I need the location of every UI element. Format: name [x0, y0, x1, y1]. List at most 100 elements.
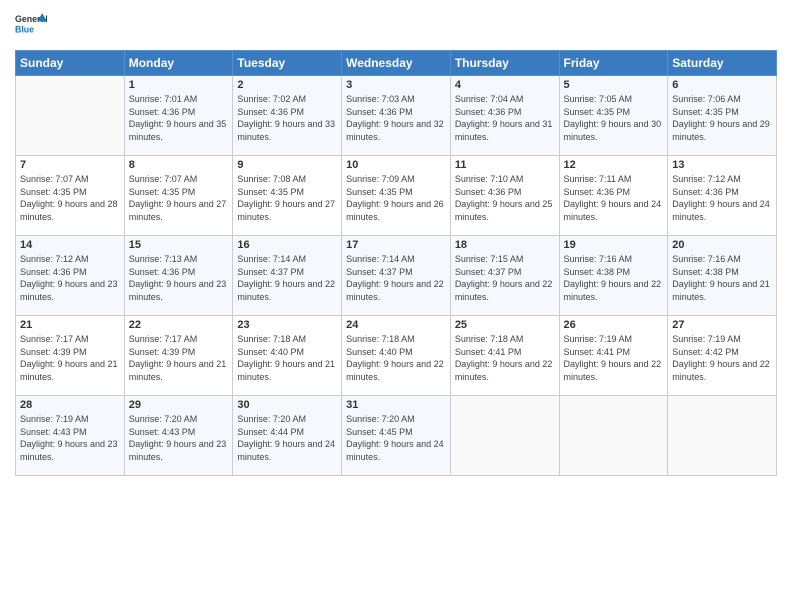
day-info: Sunrise: 7:16 AMSunset: 4:38 PMDaylight:…: [672, 253, 772, 303]
week-row-1: 1 Sunrise: 7:01 AMSunset: 4:36 PMDaylight…: [16, 76, 777, 156]
day-cell: 12 Sunrise: 7:11 AMSunset: 4:36 PMDayligh…: [559, 156, 668, 236]
day-number: 25: [455, 319, 555, 331]
day-info: Sunrise: 7:04 AMSunset: 4:36 PMDaylight:…: [455, 93, 555, 143]
day-number: 2: [237, 79, 337, 91]
day-info: Sunrise: 7:03 AMSunset: 4:36 PMDaylight:…: [346, 93, 446, 143]
day-cell: 8 Sunrise: 7:07 AMSunset: 4:35 PMDaylight…: [124, 156, 233, 236]
day-cell: [559, 396, 668, 476]
weekday-header-monday: Monday: [124, 51, 233, 76]
weekday-header-friday: Friday: [559, 51, 668, 76]
day-number: 17: [346, 239, 446, 251]
day-number: 21: [20, 319, 120, 331]
day-info: Sunrise: 7:09 AMSunset: 4:35 PMDaylight:…: [346, 173, 446, 223]
day-cell: 21Sunrise: 7:17 AMSunset: 4:39 PMDayligh…: [16, 316, 125, 396]
day-cell: 20 Sunrise: 7:16 AMSunset: 4:38 PMDayligh…: [668, 236, 777, 316]
day-info: Sunrise: 7:01 AMSunset: 4:36 PMDaylight:…: [129, 93, 229, 143]
day-info: Sunrise: 7:20 AMSunset: 4:43 PMDaylight:…: [129, 413, 229, 463]
day-info: Sunrise: 7:18 AMSunset: 4:40 PMDaylight:…: [346, 333, 446, 383]
day-info: Sunrise: 7:12 AMSunset: 4:36 PMDaylight:…: [672, 173, 772, 223]
weekday-header-wednesday: Wednesday: [342, 51, 451, 76]
day-number: 28: [20, 399, 120, 411]
day-cell: 7 Sunrise: 7:07 AMSunset: 4:35 PMDaylight…: [16, 156, 125, 236]
day-info: Sunrise: 7:20 AMSunset: 4:45 PMDaylight:…: [346, 413, 446, 463]
day-cell: 5 Sunrise: 7:05 AMSunset: 4:35 PMDaylight…: [559, 76, 668, 156]
day-number: 26: [564, 319, 664, 331]
svg-text:Blue: Blue: [15, 24, 34, 34]
day-info: Sunrise: 7:11 AMSunset: 4:36 PMDaylight:…: [564, 173, 664, 223]
calendar-header: SundayMondayTuesdayWednesdayThursdayFrid…: [16, 51, 777, 76]
day-info: Sunrise: 7:07 AMSunset: 4:35 PMDaylight:…: [20, 173, 120, 223]
day-cell: 1 Sunrise: 7:01 AMSunset: 4:36 PMDaylight…: [124, 76, 233, 156]
day-number: 31: [346, 399, 446, 411]
day-number: 5: [564, 79, 664, 91]
day-info: Sunrise: 7:14 AMSunset: 4:37 PMDaylight:…: [346, 253, 446, 303]
day-number: 6: [672, 79, 772, 91]
day-number: 23: [237, 319, 337, 331]
day-info: Sunrise: 7:19 AMSunset: 4:43 PMDaylight:…: [20, 413, 120, 463]
day-number: 12: [564, 159, 664, 171]
day-cell: 15Sunrise: 7:13 AMSunset: 4:36 PMDayligh…: [124, 236, 233, 316]
week-row-4: 21Sunrise: 7:17 AMSunset: 4:39 PMDayligh…: [16, 316, 777, 396]
calendar-table: SundayMondayTuesdayWednesdayThursdayFrid…: [15, 50, 777, 476]
day-number: 19: [564, 239, 664, 251]
day-cell: [16, 76, 125, 156]
day-cell: 18Sunrise: 7:15 AMSunset: 4:37 PMDayligh…: [450, 236, 559, 316]
day-info: Sunrise: 7:14 AMSunset: 4:37 PMDaylight:…: [237, 253, 337, 303]
day-info: Sunrise: 7:18 AMSunset: 4:41 PMDaylight:…: [455, 333, 555, 383]
day-number: 27: [672, 319, 772, 331]
day-cell: 11Sunrise: 7:10 AMSunset: 4:36 PMDayligh…: [450, 156, 559, 236]
day-cell: 28 Sunrise: 7:19 AMSunset: 4:43 PMDayligh…: [16, 396, 125, 476]
weekday-header-thursday: Thursday: [450, 51, 559, 76]
week-row-5: 28 Sunrise: 7:19 AMSunset: 4:43 PMDayligh…: [16, 396, 777, 476]
day-cell: [450, 396, 559, 476]
day-cell: 31 Sunrise: 7:20 AMSunset: 4:45 PMDayligh…: [342, 396, 451, 476]
day-number: 16: [237, 239, 337, 251]
calendar-container: General Blue SundayMondayTuesdayWednesda…: [0, 0, 792, 612]
day-number: 15: [129, 239, 229, 251]
calendar-body: 1 Sunrise: 7:01 AMSunset: 4:36 PMDaylight…: [16, 76, 777, 476]
day-number: 14: [20, 239, 120, 251]
day-cell: 3Sunrise: 7:03 AMSunset: 4:36 PMDaylight…: [342, 76, 451, 156]
day-info: Sunrise: 7:07 AMSunset: 4:35 PMDaylight:…: [129, 173, 229, 223]
day-number: 10: [346, 159, 446, 171]
day-cell: 24Sunrise: 7:18 AMSunset: 4:40 PMDayligh…: [342, 316, 451, 396]
day-info: Sunrise: 7:05 AMSunset: 4:35 PMDaylight:…: [564, 93, 664, 143]
day-cell: 19 Sunrise: 7:16 AMSunset: 4:38 PMDayligh…: [559, 236, 668, 316]
day-number: 9: [237, 159, 337, 171]
day-cell: 2 Sunrise: 7:02 AMSunset: 4:36 PMDaylight…: [233, 76, 342, 156]
logo: General Blue: [15, 10, 47, 42]
day-number: 22: [129, 319, 229, 331]
day-cell: [668, 396, 777, 476]
day-number: 4: [455, 79, 555, 91]
day-cell: 17 Sunrise: 7:14 AMSunset: 4:37 PMDayligh…: [342, 236, 451, 316]
weekday-header-tuesday: Tuesday: [233, 51, 342, 76]
day-cell: 22Sunrise: 7:17 AMSunset: 4:39 PMDayligh…: [124, 316, 233, 396]
week-row-3: 14 Sunrise: 7:12 AMSunset: 4:36 PMDayligh…: [16, 236, 777, 316]
day-cell: 29Sunrise: 7:20 AMSunset: 4:43 PMDayligh…: [124, 396, 233, 476]
day-cell: 23 Sunrise: 7:18 AMSunset: 4:40 PMDayligh…: [233, 316, 342, 396]
day-info: Sunrise: 7:20 AMSunset: 4:44 PMDaylight:…: [237, 413, 337, 463]
weekday-header-sunday: Sunday: [16, 51, 125, 76]
day-cell: 14 Sunrise: 7:12 AMSunset: 4:36 PMDayligh…: [16, 236, 125, 316]
day-info: Sunrise: 7:02 AMSunset: 4:36 PMDaylight:…: [237, 93, 337, 143]
day-info: Sunrise: 7:18 AMSunset: 4:40 PMDaylight:…: [237, 333, 337, 383]
day-cell: 4 Sunrise: 7:04 AMSunset: 4:36 PMDaylight…: [450, 76, 559, 156]
day-info: Sunrise: 7:12 AMSunset: 4:36 PMDaylight:…: [20, 253, 120, 303]
day-number: 18: [455, 239, 555, 251]
day-info: Sunrise: 7:16 AMSunset: 4:38 PMDaylight:…: [564, 253, 664, 303]
week-row-2: 7 Sunrise: 7:07 AMSunset: 4:35 PMDaylight…: [16, 156, 777, 236]
day-number: 1: [129, 79, 229, 91]
day-info: Sunrise: 7:06 AMSunset: 4:35 PMDaylight:…: [672, 93, 772, 143]
day-info: Sunrise: 7:08 AMSunset: 4:35 PMDaylight:…: [237, 173, 337, 223]
weekday-header-saturday: Saturday: [668, 51, 777, 76]
day-number: 7: [20, 159, 120, 171]
day-cell: 10 Sunrise: 7:09 AMSunset: 4:35 PMDayligh…: [342, 156, 451, 236]
day-number: 20: [672, 239, 772, 251]
day-number: 30: [237, 399, 337, 411]
day-number: 11: [455, 159, 555, 171]
day-cell: 30 Sunrise: 7:20 AMSunset: 4:44 PMDayligh…: [233, 396, 342, 476]
day-number: 8: [129, 159, 229, 171]
day-info: Sunrise: 7:19 AMSunset: 4:41 PMDaylight:…: [564, 333, 664, 383]
day-cell: 16 Sunrise: 7:14 AMSunset: 4:37 PMDayligh…: [233, 236, 342, 316]
day-cell: 6 Sunrise: 7:06 AMSunset: 4:35 PMDaylight…: [668, 76, 777, 156]
